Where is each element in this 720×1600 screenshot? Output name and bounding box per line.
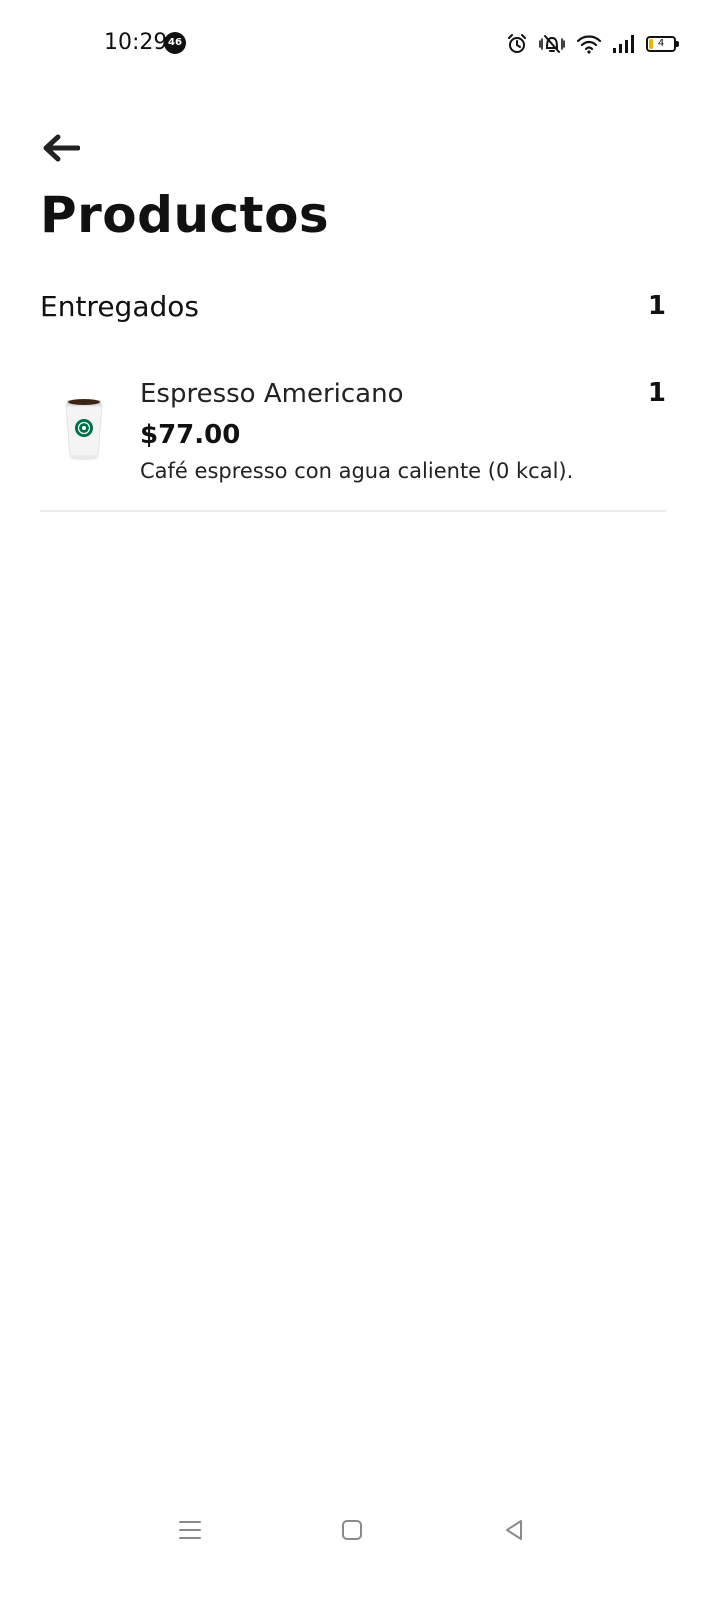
coffee-cup-icon [56, 394, 112, 462]
section-title: Entregados [40, 289, 199, 323]
page-title: Productos [40, 186, 330, 244]
product-quantity: 1 [647, 378, 666, 408]
wifi-icon [576, 33, 602, 55]
product-description: Café espresso con agua caliente (0 kcal)… [140, 459, 574, 483]
nav-back-button[interactable] [496, 1514, 532, 1550]
notification-badge: 46 [164, 32, 186, 54]
list-item[interactable]: Espresso Americano $77.00 Café espresso … [40, 372, 666, 512]
system-nav-bar [0, 1500, 720, 1564]
battery-icon: 4 [646, 36, 679, 52]
alarm-icon [506, 33, 528, 55]
battery-level: 4 [657, 38, 665, 49]
section-count: 1 [647, 291, 666, 321]
menu-icon [178, 1519, 202, 1545]
product-price: $77.00 [140, 420, 241, 450]
nav-menu-button[interactable] [172, 1514, 208, 1550]
status-bar: 10:29 46 4 [0, 0, 720, 90]
signal-icon [612, 33, 636, 55]
back-triangle-icon [503, 1519, 525, 1545]
status-icons: 4 [506, 30, 679, 58]
product-details: Espresso Americano $77.00 Café espresso … [140, 372, 620, 488]
section-header: Entregados 1 [40, 284, 666, 328]
status-time: 10:29 [104, 30, 168, 55]
battery-fill [649, 39, 653, 49]
home-square-icon [341, 1519, 363, 1545]
nav-home-button[interactable] [334, 1514, 370, 1550]
back-button[interactable] [40, 128, 96, 172]
product-name: Espresso Americano [140, 379, 404, 409]
vibrate-mute-icon [538, 33, 566, 55]
arrow-left-icon [40, 133, 81, 167]
